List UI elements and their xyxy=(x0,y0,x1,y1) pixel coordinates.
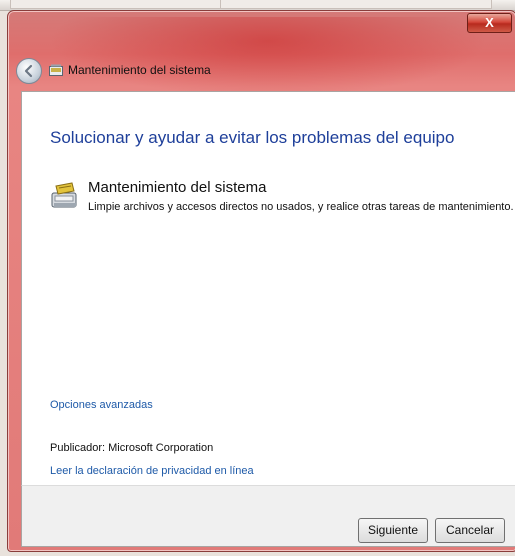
advanced-options-link[interactable]: Opciones avanzadas xyxy=(50,399,153,411)
publisher-text: Publicador: Microsoft Corporation xyxy=(50,442,214,454)
task-description: Limpie archivos y accesos directos no us… xyxy=(88,201,514,213)
frame-glow xyxy=(48,17,488,97)
back-arrow-icon xyxy=(24,64,33,78)
window-title: Mantenimiento del sistema xyxy=(68,63,211,77)
close-button[interactable]: X xyxy=(467,13,512,33)
back-button[interactable] xyxy=(16,58,42,84)
maintenance-icon xyxy=(51,182,77,208)
cancel-button[interactable]: Cancelar xyxy=(435,518,505,543)
task-title: Mantenimiento del sistema xyxy=(88,179,267,196)
page-heading: Solucionar y ayudar a evitar los problem… xyxy=(50,128,455,147)
dialog-window: X Mantenimiento del sistema Solucionar y… xyxy=(7,10,515,552)
next-button[interactable]: Siguiente xyxy=(358,518,428,543)
button-bar: Siguiente Cancelar xyxy=(21,485,515,547)
background-tab xyxy=(10,0,222,9)
content-panel: Solucionar y ayudar a evitar los problem… xyxy=(21,91,515,486)
privacy-statement-link[interactable]: Leer la declaración de privacidad en lín… xyxy=(50,465,254,477)
background-tab xyxy=(220,0,492,9)
maintenance-icon xyxy=(49,64,63,76)
